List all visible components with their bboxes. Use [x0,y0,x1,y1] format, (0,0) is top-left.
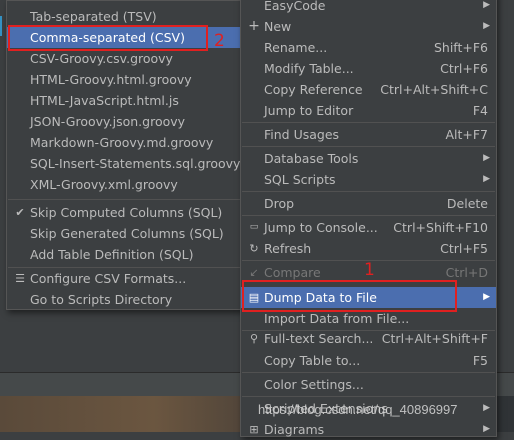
menu-item-json-groovy[interactable]: JSON-Groovy.json.groovy [7,111,242,132]
refresh-icon: ↻ [249,242,259,255]
menu-item-skip-generated[interactable]: Skip Generated Columns (SQL) [7,223,242,244]
submenu-arrow-icon: ▶ [483,424,490,434]
table-context-menu: EasyCode ▶ + New ▶ Rename... Shift+F6 Modify… [240,0,497,437]
menu-item-skip-computed[interactable]: ✔ Skip Computed Columns (SQL) [7,202,242,223]
annotation-number-1: 1 [364,260,375,280]
annotation-box-csv [8,25,208,51]
menu-item-sql-scripts[interactable]: SQL Scripts ▶ [241,169,496,190]
menu-item-jump-to-editor[interactable]: Jump to Editor F4 [241,100,496,121]
search-icon: ⚲ [249,332,259,345]
menu-item-jump-to-console[interactable]: ▭ Jump to Console... Ctrl+Shift+F10 [241,217,496,238]
menu-item-diagrams[interactable]: ⊞ Diagrams ▶ [241,419,496,440]
diagram-icon: ⊞ [249,423,259,436]
menu-item-refresh[interactable]: ↻ Refresh Ctrl+F5 [241,238,496,259]
submenu-arrow-icon: ▶ [483,153,490,163]
submenu-arrow-icon: ▶ [483,292,490,302]
menu-separator [242,146,495,147]
menu-item-rename[interactable]: Rename... Shift+F6 [241,37,496,58]
menu-separator [242,191,495,192]
annotation-box-dump-data [242,280,457,312]
settings-sliders-icon: ☰ [15,272,25,285]
menu-item-new[interactable]: + New ▶ [241,16,496,37]
menu-separator [242,122,495,123]
menu-item-html-javascript[interactable]: HTML-JavaScript.html.js [7,90,242,111]
menu-item-database-tools[interactable]: Database Tools ▶ [241,148,496,169]
menu-item-sql-insert[interactable]: SQL-Insert-Statements.sql.groovy [7,153,242,174]
menu-item-tsv[interactable]: Tab-separated (TSV) [7,6,242,27]
menu-item-html-groovy[interactable]: HTML-Groovy.html.groovy [7,69,242,90]
menu-separator [242,215,495,216]
submenu-arrow-icon: ▶ [483,0,490,10]
menu-item-add-table-definition[interactable]: Add Table Definition (SQL) [7,244,242,265]
menu-item-configure-csv[interactable]: ☰ Configure CSV Formats... [7,268,242,289]
annotation-number-2: 2 [214,31,225,51]
watermark: https://blog.csdn.net/qq_40896997 [258,402,458,417]
submenu-arrow-icon: ▶ [483,21,490,31]
menu-item-copy-table[interactable]: Copy Table to... F5 [241,350,496,371]
submenu-arrow-icon: ▶ [483,174,490,184]
menu-item-full-text-search[interactable]: ⚲ Full-text Search... Ctrl+Alt+Shift+F [241,328,496,349]
menu-item-easycode[interactable]: EasyCode ▶ [241,0,496,16]
menu-item-scripts-directory[interactable]: Go to Scripts Directory [7,289,242,310]
checkmark-icon: ✔ [15,206,25,219]
menu-item-modify-table[interactable]: Modify Table... Ctrl+F6 [241,58,496,79]
plus-icon: + [248,18,260,34]
menu-item-csv-groovy[interactable]: CSV-Groovy.csv.groovy [7,48,242,69]
menu-separator [8,199,241,200]
menu-separator [242,372,495,373]
menu-item-copy-reference[interactable]: Copy Reference Ctrl+Alt+Shift+C [241,79,496,100]
menu-item-color-settings[interactable]: Color Settings... [241,374,496,395]
menu-item-find-usages[interactable]: Find Usages Alt+F7 [241,124,496,145]
menu-item-drop[interactable]: Drop Delete [241,193,496,214]
console-icon: ▭ [249,222,259,232]
menu-item-markdown-groovy[interactable]: Markdown-Groovy.md.groovy [7,132,242,153]
submenu-arrow-icon: ▶ [483,403,490,413]
menu-separator [242,396,495,397]
focus-indicator [0,16,2,36]
menu-item-xml-groovy[interactable]: XML-Groovy.xml.groovy [7,174,242,195]
